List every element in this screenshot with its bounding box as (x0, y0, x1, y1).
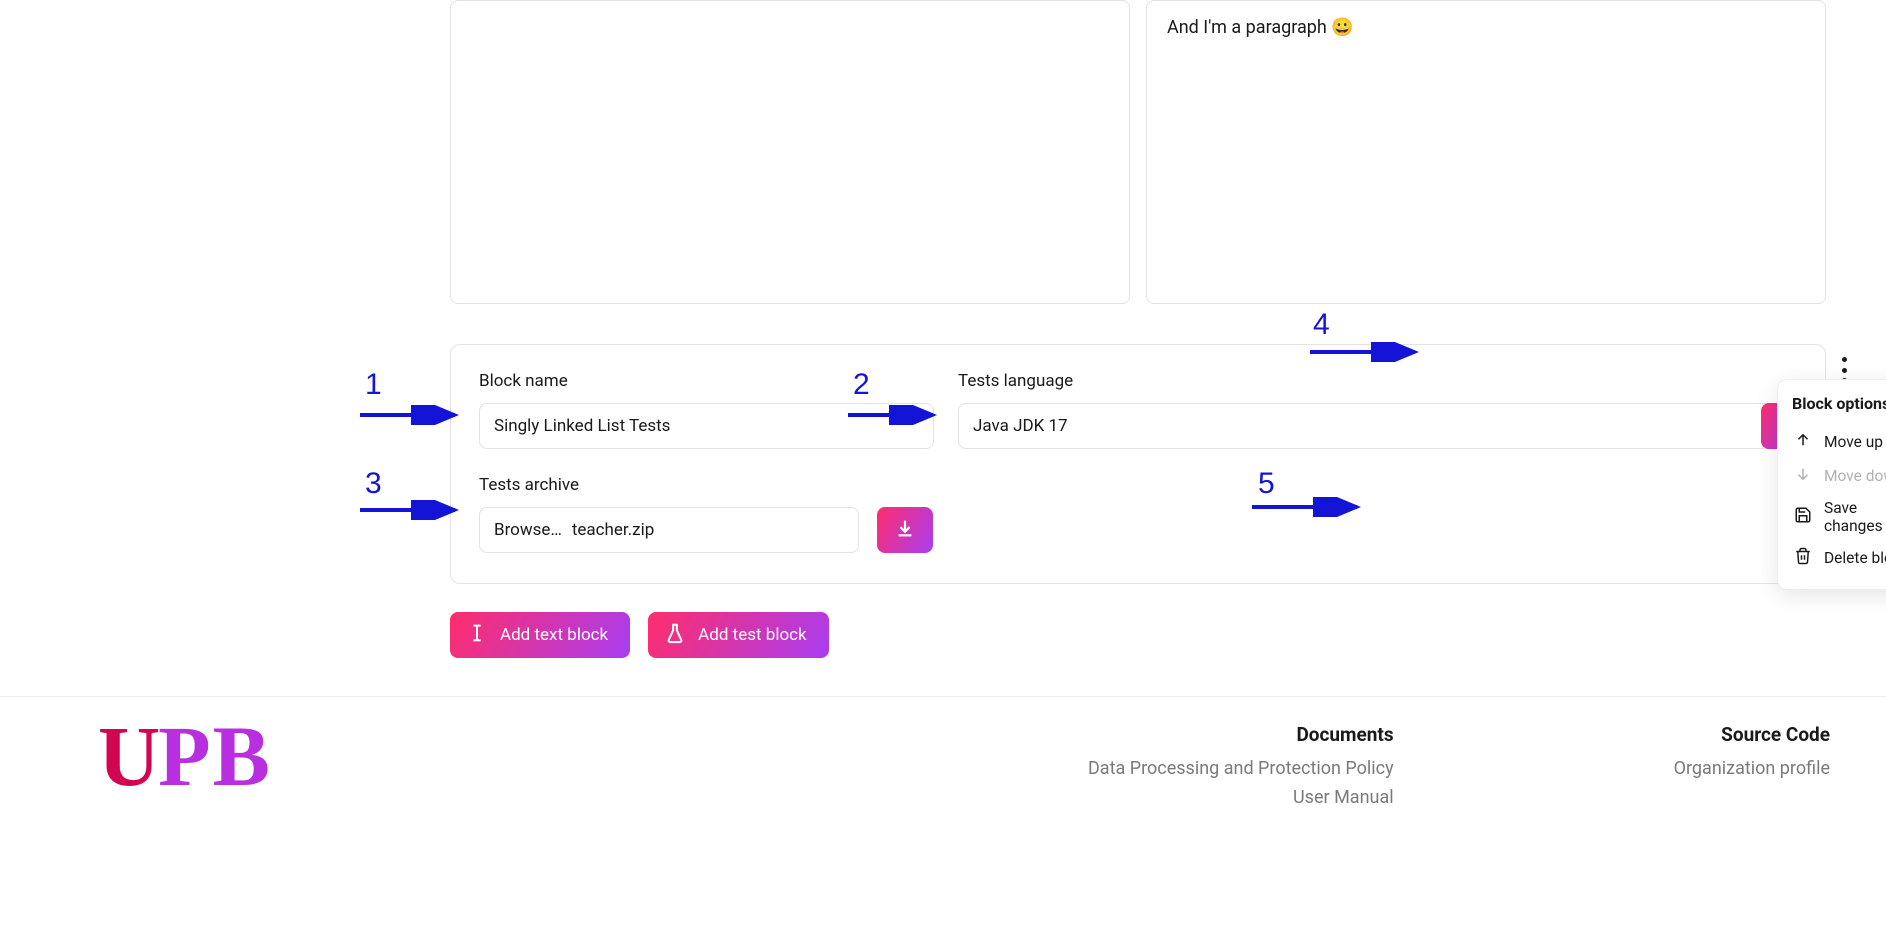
footer-source-title: Source Code (1674, 723, 1830, 746)
archive-filename: teacher.zip (572, 520, 654, 540)
preview-paragraph: And I'm a paragraph 😀 (1167, 17, 1805, 38)
block-name-value: Singly Linked List Tests (494, 416, 670, 436)
footer-documents-col: Documents Data Processing and Protection… (1088, 723, 1394, 816)
logo-u: U (98, 723, 156, 790)
markdown-preview-panel: And I'm a paragraph 😀 (1146, 0, 1826, 304)
browse-label: Browse… (494, 520, 562, 540)
delete-block-label: Delete block (1824, 549, 1886, 567)
tests-archive-input[interactable]: Browse… teacher.zip (479, 507, 859, 553)
upb-logo: U P B (98, 723, 270, 790)
add-test-block-button[interactable]: Add test block (648, 612, 829, 658)
footer-link-org-profile[interactable]: Organization profile (1674, 758, 1830, 779)
move-up-label: Move up (1824, 433, 1883, 451)
footer-link-data-policy[interactable]: Data Processing and Protection Policy (1088, 758, 1394, 779)
download-icon (894, 517, 916, 543)
footer-documents-title: Documents (1088, 723, 1394, 746)
add-test-block-label: Add test block (698, 625, 807, 645)
save-icon (1794, 506, 1812, 528)
logo-p: P (158, 723, 211, 790)
save-changes-label: Save changes (1824, 499, 1886, 535)
preview-paragraph-text: And I'm a paragraph (1167, 17, 1331, 38)
save-changes-item[interactable]: Save changes (1792, 493, 1886, 541)
preview-row: And I'm a paragraph 😀 (450, 0, 1826, 304)
move-down-label: Move down (1824, 467, 1886, 485)
test-block-card: Block options Move up Move down Save cha… (450, 344, 1826, 584)
tests-archive-label: Tests archive (479, 475, 859, 495)
add-buttons-row: Add text block Add test block (450, 612, 1826, 658)
trash-icon (1794, 547, 1812, 569)
move-up-item[interactable]: Move up (1792, 425, 1886, 459)
footer-source-col: Source Code Organization profile (1674, 723, 1830, 816)
popover-title: Block options (1792, 394, 1886, 413)
flask-icon (664, 622, 686, 649)
block-options-popover: Block options Move up Move down Save cha… (1777, 379, 1886, 590)
add-text-block-button[interactable]: Add text block (450, 612, 630, 658)
block-name-input[interactable]: Singly Linked List Tests (479, 403, 934, 449)
block-name-label: Block name (479, 371, 934, 391)
footer: U P B Documents Data Processing and Prot… (0, 696, 1886, 846)
tests-language-label: Tests language (958, 371, 1797, 391)
move-down-item: Move down (1792, 459, 1886, 493)
main-content: And I'm a paragraph 😀 Block options Move… (0, 0, 1886, 696)
emoji-smile: 😀 (1331, 17, 1353, 38)
arrow-up-icon (1794, 431, 1812, 453)
arrow-down-icon (1794, 465, 1812, 487)
footer-link-user-manual[interactable]: User Manual (1088, 787, 1394, 808)
logo-b: B (213, 723, 270, 790)
download-archive-button[interactable] (877, 507, 933, 553)
add-text-block-label: Add text block (500, 625, 608, 645)
markdown-source-panel[interactable] (450, 0, 1130, 304)
text-cursor-icon (466, 622, 488, 649)
tests-language-value: Java JDK 17 (973, 416, 1068, 436)
tests-language-select[interactable]: Java JDK 17 ⌄ (958, 403, 1797, 449)
delete-block-item[interactable]: Delete block (1792, 541, 1886, 575)
